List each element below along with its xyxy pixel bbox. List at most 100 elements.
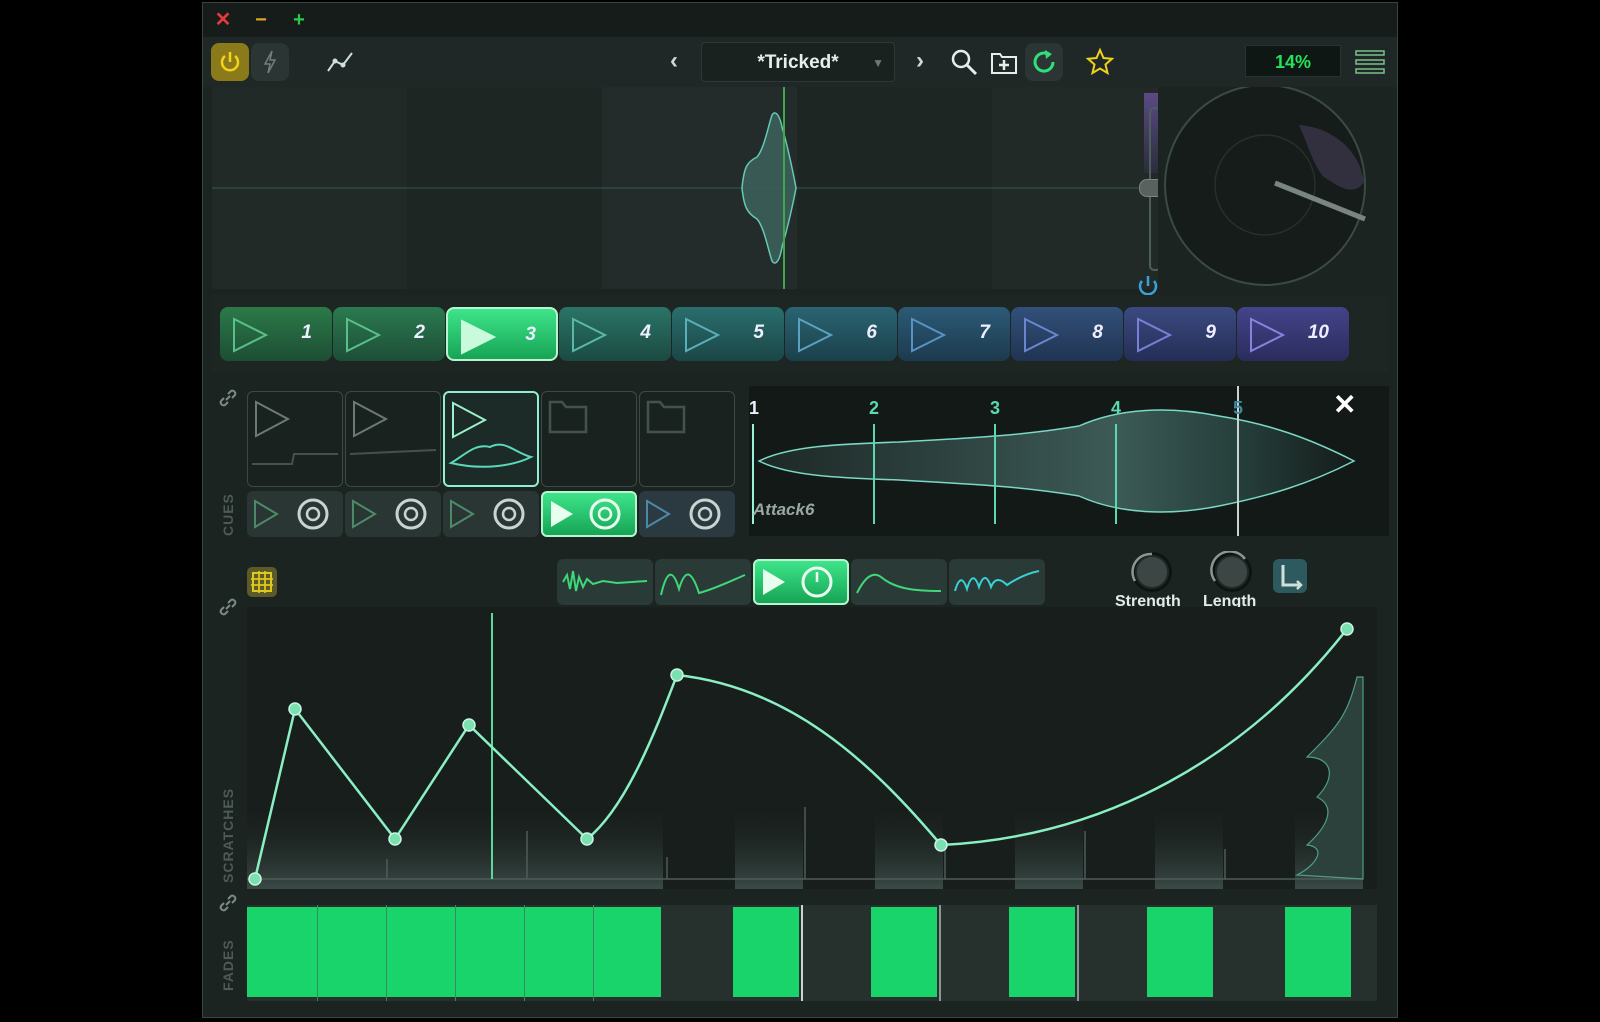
fade-cell[interactable] (317, 907, 386, 997)
cue-play-button-2[interactable] (345, 491, 441, 537)
cue-thumbnail (448, 401, 534, 468)
fade-divider (386, 905, 387, 1001)
pitch-slider-handle[interactable] (1139, 179, 1158, 197)
reload-button[interactable] (1025, 43, 1063, 81)
shape-wobble-button[interactable] (949, 559, 1045, 605)
fade-cell[interactable] (1009, 907, 1075, 997)
pitch-slider[interactable] (1137, 91, 1158, 286)
cue-slot-5[interactable] (639, 391, 735, 487)
play-target-icon (450, 498, 525, 530)
bolt-icon (263, 50, 277, 74)
turntable-deck[interactable] (1159, 87, 1387, 291)
menu-button[interactable] (1351, 43, 1389, 81)
noise-wave-icon (562, 570, 648, 592)
power-button[interactable] (211, 43, 249, 81)
fade-cell[interactable] (593, 907, 661, 997)
trigger-pad-5[interactable]: 5 (672, 307, 784, 361)
shape-bounce-button[interactable] (655, 559, 751, 605)
pad-number: 8 (1092, 322, 1103, 343)
curve-edit-button[interactable] (321, 43, 359, 81)
fade-cell[interactable] (733, 907, 799, 997)
shape-decay-button[interactable] (851, 559, 947, 605)
cue-play-button-5[interactable] (639, 491, 735, 537)
cue-play-button-3[interactable] (443, 491, 539, 537)
favorite-button[interactable] (1081, 43, 1119, 81)
wobble-wave-icon (954, 570, 1040, 593)
scratches-label: SCRATCHES (220, 787, 236, 883)
play-target-icon (352, 498, 427, 530)
link-icon[interactable] (216, 891, 240, 915)
grid-snap-button[interactable] (247, 567, 277, 597)
cue-marker-3[interactable]: 3 (990, 398, 1000, 419)
play-icon (1250, 317, 1286, 353)
fade-divider (1077, 905, 1079, 1001)
pad-number: 3 (525, 324, 536, 345)
play-icon (911, 317, 947, 353)
folder-icon (548, 400, 588, 434)
trigger-pad-4[interactable]: 4 (559, 307, 671, 361)
strength-knob[interactable] (1125, 551, 1179, 593)
trigger-pad-8[interactable]: 8 (1011, 307, 1123, 361)
cue-marker-5[interactable]: 5 (1233, 398, 1243, 419)
trigger-pad-1[interactable]: 1 (220, 307, 332, 361)
link-icon[interactable] (216, 595, 240, 619)
maximize-window-button[interactable]: + (287, 7, 311, 33)
play-icon (233, 317, 269, 353)
close-window-button[interactable]: ✕ (211, 7, 235, 33)
corner-mode-button[interactable] (1273, 559, 1307, 593)
pad-number: 4 (640, 322, 651, 343)
preset-selector[interactable]: *Tricked* ▼ (701, 42, 895, 82)
save-preset-button[interactable] (985, 43, 1023, 81)
trigger-pad-7[interactable]: 7 (898, 307, 1010, 361)
fades-sequencer[interactable] (247, 905, 1377, 1001)
cue-slot-1[interactable] (247, 391, 343, 487)
fade-divider (524, 905, 525, 1001)
shape-play-button[interactable] (753, 559, 849, 605)
fade-cell[interactable] (871, 907, 937, 997)
cues-label: CUES (220, 493, 236, 536)
waveform-overview[interactable] (212, 87, 1158, 289)
cue-play-button-1[interactable] (247, 491, 343, 537)
search-button[interactable] (945, 43, 983, 81)
folder-plus-icon (991, 53, 1017, 74)
bounce-wave-icon (660, 573, 746, 596)
fade-cell[interactable] (455, 907, 524, 997)
fade-cell[interactable] (247, 907, 317, 997)
fade-cell[interactable] (524, 907, 593, 997)
fade-cell[interactable] (1147, 907, 1213, 997)
cue-marker-2[interactable]: 2 (869, 398, 879, 419)
curve-icon (327, 52, 353, 72)
trigger-pad-10[interactable]: 10 (1237, 307, 1349, 361)
pad-number: 2 (414, 322, 425, 343)
fade-divider (801, 905, 803, 1001)
scratch-curve-editor[interactable] (247, 607, 1377, 889)
play-icon (461, 319, 497, 355)
fade-divider (593, 905, 594, 1001)
cue-slot-2[interactable] (345, 391, 441, 487)
prev-preset-button[interactable]: ‹ (659, 45, 689, 77)
cue-play-button-4[interactable] (541, 491, 637, 537)
folder-icon (646, 400, 686, 434)
close-cue-editor-button[interactable]: ✕ (1333, 388, 1356, 421)
cue-marker-4[interactable]: 4 (1111, 398, 1121, 419)
trigger-pad-6[interactable]: 6 (785, 307, 897, 361)
plugin-window: ✕ − + ‹ *Tricked* ▼ › 14% 1 2 3 4 5 6 7 … (202, 2, 1398, 1018)
minimize-window-button[interactable]: − (249, 7, 273, 33)
fade-cell[interactable] (1285, 907, 1351, 997)
decay-wave-icon (856, 573, 942, 594)
cue-slot-4[interactable] (541, 391, 637, 487)
trigger-pad-3[interactable]: 3 (446, 307, 558, 361)
cue-slot-3[interactable] (443, 391, 539, 487)
refresh-icon (1033, 50, 1055, 73)
knob-icon (1210, 550, 1252, 592)
shape-noise-button[interactable] (557, 559, 653, 605)
next-preset-button[interactable]: › (905, 45, 935, 77)
trigger-pad-2[interactable]: 2 (333, 307, 445, 361)
link-icon[interactable] (216, 386, 240, 410)
trigger-pad-9[interactable]: 9 (1124, 307, 1236, 361)
cue-marker-1[interactable]: 1 (749, 398, 759, 419)
fade-cell[interactable] (386, 907, 455, 997)
length-knob[interactable] (1205, 550, 1259, 593)
cue-waveform-editor[interactable]: 1 2 3 4 5 Attack6 ✕ (749, 386, 1389, 536)
bolt-button[interactable] (251, 43, 289, 81)
